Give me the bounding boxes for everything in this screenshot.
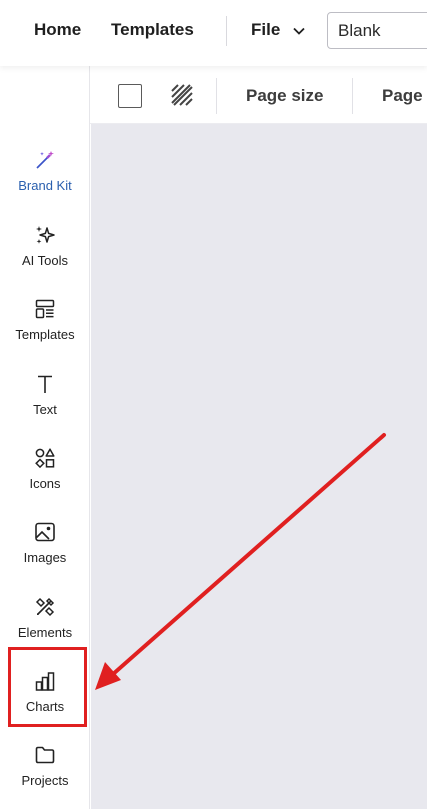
background-pattern-icon[interactable]	[171, 84, 193, 106]
sidebar-item-images[interactable]: Images	[0, 520, 90, 580]
sidebar-item-label: Brand Kit	[18, 178, 72, 193]
sidebar-item-label: Icons	[29, 476, 61, 491]
sidebar-item-projects[interactable]: Projects	[0, 743, 90, 803]
sidebar-item-label: Images	[23, 550, 67, 565]
top-navigation-bar: Home Templates File Blank	[0, 0, 427, 66]
templates-icon	[33, 297, 57, 321]
sidebar-item-label: Elements	[17, 625, 73, 640]
file-menu[interactable]: File	[251, 20, 306, 40]
sidebar-item-icons[interactable]: Icons	[0, 446, 90, 506]
document-name-field[interactable]: Blank	[327, 12, 427, 49]
page-button[interactable]: Page	[382, 86, 423, 106]
nav-home[interactable]: Home	[34, 20, 81, 40]
sidebar-item-label: Text	[33, 402, 57, 417]
nav-divider	[226, 16, 227, 46]
image-icon	[33, 520, 57, 544]
sidebar-item-templates[interactable]: Templates	[0, 297, 90, 357]
toolbar-divider	[216, 78, 217, 114]
magic-wand-icon	[33, 148, 57, 172]
shapes-icon	[33, 446, 57, 470]
chevron-down-icon	[293, 27, 305, 35]
sparkles-icon	[33, 223, 57, 247]
file-menu-label: File	[251, 20, 281, 39]
nav-templates[interactable]: Templates	[111, 20, 194, 40]
elements-icon	[33, 595, 57, 619]
sidebar-item-label: Templates	[15, 327, 75, 342]
sidebar-item-label: Projects	[21, 773, 69, 788]
page-size-button[interactable]: Page size	[246, 86, 324, 106]
sidebar-item-label: AI Tools	[21, 253, 68, 268]
editor-canvas[interactable]	[91, 124, 427, 809]
toolbar-divider	[352, 78, 353, 114]
select-all-checkbox[interactable]	[118, 84, 142, 108]
editor-toolbar: Page size Page	[90, 66, 427, 124]
sidebar-item-text[interactable]: Text	[0, 372, 90, 432]
text-icon	[33, 372, 57, 396]
folder-icon	[33, 743, 57, 767]
sidebar-item-ai-tools[interactable]: AI Tools	[0, 223, 90, 283]
annotation-highlight-box	[8, 647, 87, 727]
sidebar-item-elements[interactable]: Elements	[0, 595, 90, 655]
sidebar-item-brand-kit[interactable]: Brand Kit	[0, 148, 90, 208]
